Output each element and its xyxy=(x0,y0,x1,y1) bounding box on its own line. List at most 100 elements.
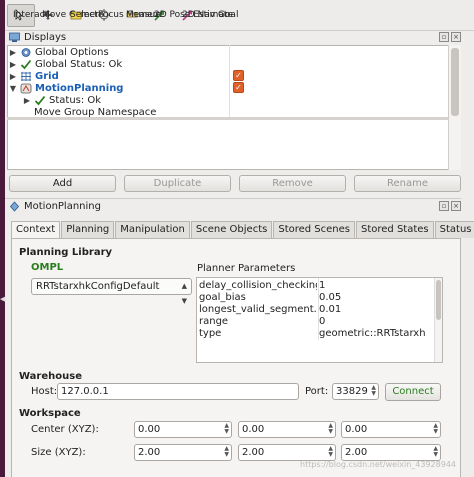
planning-library-heading: Planning Library xyxy=(19,247,113,258)
expand-arrow-icon[interactable]: ▶ xyxy=(8,48,18,57)
param-key: goal_bias xyxy=(199,292,246,303)
duplicate-button[interactable]: Duplicate xyxy=(124,175,231,192)
table-row[interactable]: longest_valid_segment... 0.01 xyxy=(197,304,442,316)
grid-enabled-checkbox[interactable]: ✓ xyxy=(233,70,244,81)
tab-stored-scenes[interactable]: Stored Scenes xyxy=(273,221,355,238)
tree-item-grid[interactable]: ▶ Grid ✓ xyxy=(8,70,448,82)
gear-icon xyxy=(21,47,31,57)
planner-select-value: RRTstarxhkConfigDefault xyxy=(36,281,160,292)
warehouse-heading: Warehouse xyxy=(19,371,82,382)
param-key: delay_collision_checking xyxy=(199,280,317,291)
horizontal-scrollbar[interactable] xyxy=(7,117,448,120)
checkmark-icon xyxy=(20,59,32,69)
tree-item-global-options[interactable]: ▶ Global Options xyxy=(8,46,448,58)
center-x-spinbox[interactable]: 0.00 ▲ ▼ xyxy=(134,421,232,438)
displays-icon xyxy=(9,32,20,42)
planner-select[interactable]: RRTstarxhkConfigDefault ▲ ▼ xyxy=(31,278,192,305)
tree-item-label: Move Group Namespace xyxy=(34,107,157,117)
center-y-spinbox[interactable]: 0.00 ▲ ▼ xyxy=(238,421,336,438)
tab-planning[interactable]: Planning xyxy=(61,221,115,238)
tab-status[interactable]: Status xyxy=(434,221,474,238)
remove-button[interactable]: Remove xyxy=(239,175,346,192)
tab-stored-states[interactable]: Stored States xyxy=(356,221,434,238)
spin-arrows-icon[interactable]: ▲ ▼ xyxy=(371,385,376,397)
host-input[interactable]: 127.0.0.1 xyxy=(57,383,299,400)
displays-panel-title: Displays ▫ × xyxy=(5,30,461,45)
expand-arrow-icon[interactable]: ▶ xyxy=(8,60,18,69)
tool-interact[interactable]: Interact xyxy=(7,3,48,27)
spin-arrows-icon[interactable]: ▲ ▼ xyxy=(224,446,229,458)
spin-arrows-icon[interactable]: ▲ ▼ xyxy=(328,446,333,458)
float-panel-icon[interactable]: ▫ xyxy=(439,32,449,42)
param-value[interactable]: 0 xyxy=(317,316,434,328)
collapse-arrow-icon[interactable]: ▼ xyxy=(8,84,18,93)
expand-arrow-icon[interactable]: ▶ xyxy=(22,96,32,105)
expand-arrow-icon[interactable]: ▶ xyxy=(8,72,18,81)
table-row[interactable]: type geometric::RRTstarxh xyxy=(197,328,442,340)
spin-arrows-icon[interactable]: ▲ ▼ xyxy=(433,446,438,458)
close-panel-icon[interactable]: × xyxy=(451,32,461,42)
size-x-spinbox[interactable]: 2.00 ▲ ▼ xyxy=(134,444,232,461)
displays-scrollbar[interactable] xyxy=(448,45,461,170)
param-value[interactable]: 0.01 xyxy=(317,304,434,316)
motion-planning-panel-title: MotionPlanning ▫ × xyxy=(5,199,461,214)
rename-button[interactable]: Rename xyxy=(354,175,461,192)
tree-item-label: Grid xyxy=(35,70,59,82)
tool-label: 2D Nav Goal xyxy=(182,10,239,20)
tree-item-motion-planning[interactable]: ▼ MotionPlanning ✓ xyxy=(8,82,448,94)
port-spinbox[interactable]: 33829 ▲ ▼ xyxy=(332,383,379,400)
tab-manipulation[interactable]: Manipulation xyxy=(115,221,190,238)
desktop-edge xyxy=(0,0,5,477)
params-scrollbar[interactable] xyxy=(434,278,442,362)
spin-arrows-icon[interactable]: ▲ ▼ xyxy=(328,423,333,435)
close-panel-icon[interactable]: × xyxy=(451,201,461,211)
displays-button-row: Add Duplicate Remove Rename xyxy=(9,175,461,192)
dock-handle-icon[interactable]: ◀ xyxy=(0,292,5,306)
table-row[interactable]: range 0 xyxy=(197,316,442,328)
motion-planning-enabled-checkbox[interactable]: ✓ xyxy=(233,82,244,93)
displays-tree: ▶ Global Options ▶ Global Status: Ok ▶ G… xyxy=(7,45,461,170)
param-value[interactable]: 0.05 xyxy=(317,292,434,304)
param-key: type xyxy=(199,328,222,339)
center-z-value: 0.00 xyxy=(345,424,368,435)
port-label: Port: xyxy=(305,386,329,397)
table-row[interactable]: goal_bias 0.05 xyxy=(197,292,442,304)
tree-item-status[interactable]: ▶ Status: Ok xyxy=(22,94,460,106)
scrollbar-thumb[interactable] xyxy=(436,280,441,320)
panel-controls: ▫ × xyxy=(437,201,461,211)
size-z-spinbox[interactable]: 2.00 ▲ ▼ xyxy=(341,444,441,461)
checkmark-icon xyxy=(34,95,46,105)
param-value[interactable]: 1 xyxy=(317,280,434,292)
add-button[interactable]: Add xyxy=(9,175,116,192)
center-z-spinbox[interactable]: 0.00 ▲ ▼ xyxy=(341,421,441,438)
connect-button[interactable]: Connect xyxy=(385,383,441,401)
center-label: Center (XYZ): xyxy=(31,424,99,435)
table-row[interactable]: delay_collision_checking 1 xyxy=(197,280,442,292)
spin-arrows-icon[interactable]: ▲ ▼ xyxy=(433,423,438,435)
tab-context[interactable]: Context xyxy=(11,221,61,239)
spin-arrows-icon[interactable]: ▲ ▼ xyxy=(224,423,229,435)
tree-item-label: MotionPlanning xyxy=(35,82,124,94)
float-panel-icon[interactable]: ▫ xyxy=(439,201,449,211)
tree-item-move-group-namespace[interactable]: Move Group Namespace xyxy=(34,107,460,117)
param-value[interactable]: geometric::RRTstarxh xyxy=(317,328,434,340)
displays-title: Displays xyxy=(24,32,67,43)
param-key: longest_valid_segment... xyxy=(199,304,317,315)
scrollbar-thumb[interactable] xyxy=(451,48,459,116)
port-value: 33829 xyxy=(336,386,368,397)
size-z-value: 2.00 xyxy=(345,447,368,458)
tab-scene-objects[interactable]: Scene Objects xyxy=(190,221,273,238)
host-label: Host: xyxy=(31,386,58,397)
panel-controls: ▫ × xyxy=(437,32,461,42)
tree-item-global-status[interactable]: ▶ Global Status: Ok xyxy=(8,58,448,70)
planner-parameters-heading: Planner Parameters xyxy=(197,263,296,274)
size-y-value: 2.00 xyxy=(242,447,265,458)
size-y-spinbox[interactable]: 2.00 ▲ ▼ xyxy=(238,444,336,461)
planner-parameters-table: delay_collision_checking 1 goal_bias 0.0… xyxy=(196,277,443,363)
tree-item-label: Status: Ok xyxy=(49,94,102,106)
motion-planning-tabs: Context Planning Manipulation Scene Obje… xyxy=(11,221,474,239)
params-column-divider xyxy=(318,278,319,340)
motion-planning-panel-icon xyxy=(9,201,20,212)
center-y-value: 0.00 xyxy=(242,424,265,435)
tree-item-label: Global Options xyxy=(35,46,109,58)
